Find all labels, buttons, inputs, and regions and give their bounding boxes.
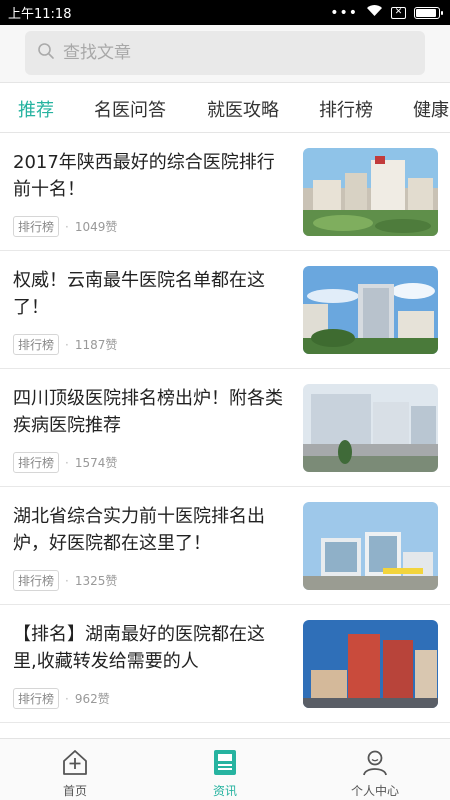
article-item[interactable]: 四川顶级医院排名榜出炉！附各类疾病医院推荐 排行榜 · 1574赞 <box>0 369 450 487</box>
search-input[interactable] <box>63 43 383 63</box>
article-tag[interactable]: 排行榜 <box>13 570 60 591</box>
article-likes: 1049赞 <box>74 220 118 234</box>
article-item[interactable]: 权威！云南最牛医院名单都在这了！ 排行榜 · 1187赞 <box>0 251 450 369</box>
article-meta: 排行榜 · 1574赞 <box>13 452 117 473</box>
status-icons: ••• ✕ <box>330 4 443 21</box>
tab-doctor-qa[interactable]: 名医问答 <box>94 96 166 122</box>
article-thumbnail <box>303 620 438 708</box>
meta-separator: · <box>65 219 69 234</box>
nav-home[interactable]: 首页 <box>0 739 150 800</box>
article-item[interactable]: 【排名】湖南最好的医院都在这里,收藏转发给需要的人 排行榜 · 962赞 <box>0 605 450 723</box>
battery-fill <box>416 8 436 17</box>
news-icon <box>214 750 236 775</box>
article-item[interactable]: 2017年陕西最好的综合医院排行前十名！ 排行榜 · 1049赞 <box>0 133 450 251</box>
article-likes: 1325赞 <box>74 574 118 588</box>
wifi-icon <box>366 4 383 21</box>
no-sim-icon: ✕ <box>391 6 406 19</box>
article-thumbnail <box>303 384 438 472</box>
article-meta: 排行榜 · 962赞 <box>13 688 110 709</box>
article-title: 四川顶级医院排名榜出炉！附各类疾病医院推荐 <box>13 388 283 436</box>
article-likes: 1187赞 <box>74 338 118 352</box>
article-likes: 1574赞 <box>74 456 118 470</box>
search-area <box>0 25 450 82</box>
article-tag[interactable]: 排行榜 <box>13 334 60 355</box>
tab-ranking[interactable]: 排行榜 <box>319 96 373 122</box>
nav-news[interactable]: 资讯 <box>150 739 300 800</box>
article-meta: 排行榜 · 1049赞 <box>13 216 117 237</box>
nav-profile[interactable]: 个人中心 <box>300 739 450 800</box>
article-thumbnail <box>303 148 438 236</box>
article-item[interactable]: 湖北省综合实力前十医院排名出炉，好医院都在这里了！ 排行榜 · 1325赞 <box>0 487 450 605</box>
meta-separator: · <box>65 455 69 470</box>
nav-profile-label: 个人中心 <box>350 784 399 798</box>
search-box[interactable] <box>25 31 425 75</box>
person-icon <box>363 750 387 776</box>
article-likes: 962赞 <box>74 692 110 706</box>
status-bar: 上午11:18 ••• ✕ <box>0 0 450 25</box>
meta-separator: · <box>65 691 69 706</box>
home-plus-icon <box>63 750 87 775</box>
tab-recommend[interactable]: 推荐 <box>18 96 54 122</box>
signal-dots-icon: ••• <box>330 4 358 21</box>
article-list: 2017年陕西最好的综合医院排行前十名！ 排行榜 · 1049赞 权威！云南最牛… <box>0 133 450 737</box>
article-tag[interactable]: 排行榜 <box>13 452 60 473</box>
search-icon <box>37 42 55 64</box>
article-title: 【排名】湖南最好的医院都在这里,收藏转发给需要的人 <box>13 624 265 672</box>
article-tag[interactable]: 排行榜 <box>13 688 60 709</box>
article-thumbnail <box>303 502 438 590</box>
nav-home-label: 首页 <box>62 784 87 798</box>
article-meta: 排行榜 · 1187赞 <box>13 334 117 355</box>
battery-icon <box>414 6 443 19</box>
meta-separator: · <box>65 337 69 352</box>
tab-medical-guide[interactable]: 就医攻略 <box>207 96 279 122</box>
category-tabs: 推荐 名医问答 就医攻略 排行榜 健康 <box>0 82 450 133</box>
nav-news-label: 资讯 <box>212 784 237 798</box>
article-thumbnail <box>303 266 438 354</box>
article-meta: 排行榜 · 1325赞 <box>13 570 117 591</box>
article-title: 权威！云南最牛医院名单都在这了！ <box>13 270 265 318</box>
article-item <box>0 723 450 737</box>
article-title: 湖北省综合实力前十医院排名出炉，好医院都在这里了！ <box>13 506 265 554</box>
bottom-nav: 首页 资讯 个人中心 <box>0 738 450 800</box>
status-time: 上午11:18 <box>8 7 72 22</box>
tab-health[interactable]: 健康 <box>413 96 449 122</box>
article-title: 2017年陕西最好的综合医院排行前十名！ <box>13 152 275 200</box>
article-tag[interactable]: 排行榜 <box>13 216 60 237</box>
meta-separator: · <box>65 573 69 588</box>
